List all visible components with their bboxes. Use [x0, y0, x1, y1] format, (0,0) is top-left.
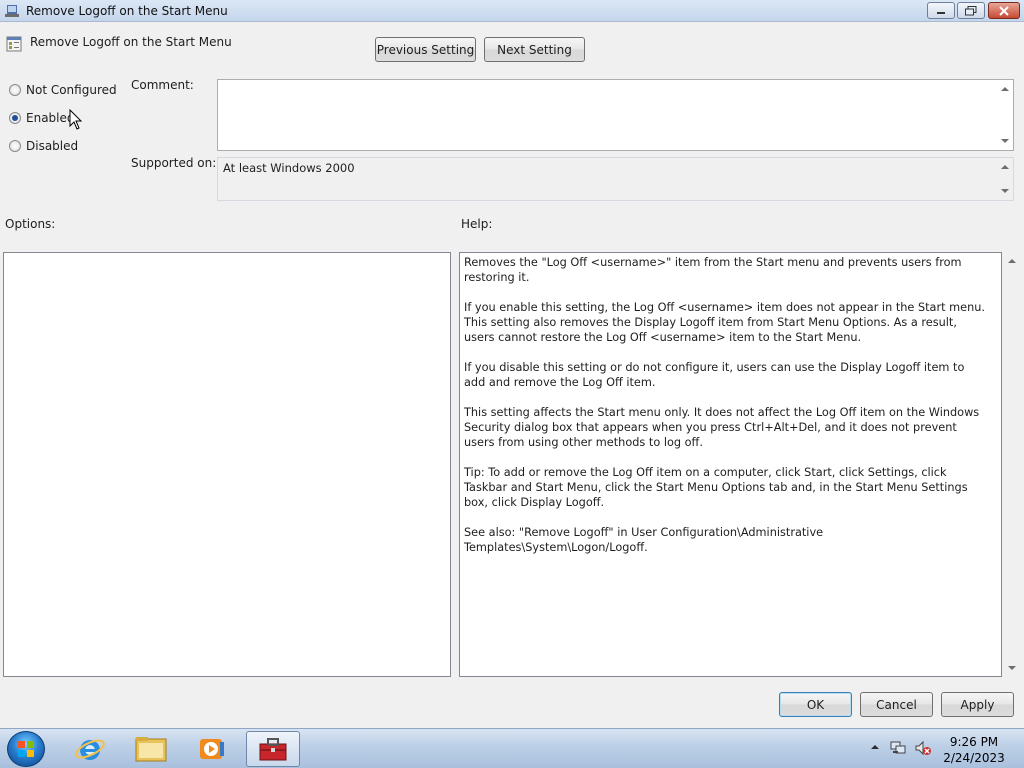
help-paragraph: If you enable this setting, the Log Off …: [464, 301, 986, 344]
options-label: Options:: [5, 217, 56, 231]
comment-scrollbar[interactable]: [997, 80, 1013, 150]
toolbox-icon: [259, 738, 287, 761]
group-policy-app-icon: [5, 5, 19, 17]
taskbar-internet-explorer[interactable]: [63, 731, 117, 767]
help-paragraph: This setting affects the Start menu only…: [464, 406, 980, 449]
scroll-up-icon[interactable]: [1001, 165, 1009, 169]
policy-setting-icon: [6, 36, 22, 52]
radio-label: Disabled: [26, 139, 79, 153]
internet-explorer-icon: [75, 739, 105, 760]
restore-button[interactable]: [957, 2, 985, 19]
comment-label: Comment:: [131, 78, 194, 92]
previous-setting-button[interactable]: Previous Setting: [375, 37, 476, 62]
help-paragraph: Tip: To add or remove the Log Off item o…: [464, 466, 968, 509]
comment-textarea[interactable]: [217, 79, 1014, 151]
taskbar-windows-explorer[interactable]: [124, 731, 178, 767]
scroll-up-icon[interactable]: [1008, 259, 1016, 263]
supported-on-value: At least Windows 2000: [223, 161, 355, 175]
scroll-down-icon[interactable]: [1001, 189, 1009, 193]
minimize-icon: [937, 11, 945, 14]
supported-on-label: Supported on:: [131, 156, 217, 170]
close-icon: [999, 5, 1009, 16]
restore-icon: [965, 5, 977, 15]
clock-date: 2/24/2023: [943, 751, 1005, 765]
show-hidden-icons-icon[interactable]: [870, 742, 880, 752]
help-panel: Removes the "Log Off <username>" item fr…: [459, 252, 1002, 677]
help-text: Removes the "Log Off <username>" item fr…: [464, 255, 987, 570]
radio-button[interactable]: [9, 84, 21, 96]
windows-explorer-icon: [135, 737, 167, 762]
scroll-down-icon[interactable]: [1001, 139, 1009, 143]
window-title: Remove Logoff on the Start Menu: [26, 4, 228, 18]
taskbar-group-policy[interactable]: [246, 731, 300, 767]
system-clock[interactable]: 9:26 PM 2/24/2023: [930, 734, 1018, 766]
help-paragraph: Removes the "Log Off <username>" item fr…: [464, 256, 962, 284]
clock-time: 9:26 PM: [949, 735, 999, 749]
radio-label: Enabled: [26, 111, 75, 125]
radio-disabled[interactable]: Disabled: [9, 139, 78, 153]
radio-label: Not Configured: [26, 83, 117, 97]
apply-button[interactable]: Apply: [941, 692, 1014, 717]
help-paragraph: If you disable this setting or do not co…: [464, 361, 965, 389]
help-label: Help:: [461, 217, 493, 231]
next-setting-button[interactable]: Next Setting: [484, 37, 585, 62]
supported-on-field: At least Windows 2000: [217, 157, 1014, 201]
minimize-button[interactable]: [927, 2, 955, 19]
taskbar-media-player[interactable]: [185, 731, 239, 767]
help-scrollbar[interactable]: [1004, 252, 1020, 677]
network-icon[interactable]: [890, 740, 906, 756]
scroll-up-icon[interactable]: [1001, 87, 1009, 91]
title-bar: Remove Logoff on the Start Menu: [0, 0, 1024, 22]
options-panel: [3, 252, 451, 677]
start-button[interactable]: [7, 731, 45, 767]
taskbar: 9:26 PM 2/24/2023: [0, 728, 1024, 768]
scroll-down-icon[interactable]: [1008, 666, 1016, 670]
ok-button[interactable]: OK: [779, 692, 852, 717]
mouse-cursor-icon: [69, 109, 83, 130]
media-player-icon: [200, 739, 224, 759]
windows-logo-icon: [18, 741, 34, 757]
cancel-button[interactable]: Cancel: [860, 692, 933, 717]
close-button[interactable]: [988, 2, 1020, 19]
policy-title: Remove Logoff on the Start Menu: [30, 35, 232, 49]
radio-button[interactable]: [9, 140, 21, 152]
radio-enabled[interactable]: Enabled: [9, 111, 75, 125]
radio-button[interactable]: [9, 112, 21, 124]
help-paragraph: See also: "Remove Logoff" in User Config…: [464, 526, 824, 554]
radio-not-configured[interactable]: Not Configured: [9, 83, 117, 97]
supported-scrollbar[interactable]: [997, 158, 1013, 200]
